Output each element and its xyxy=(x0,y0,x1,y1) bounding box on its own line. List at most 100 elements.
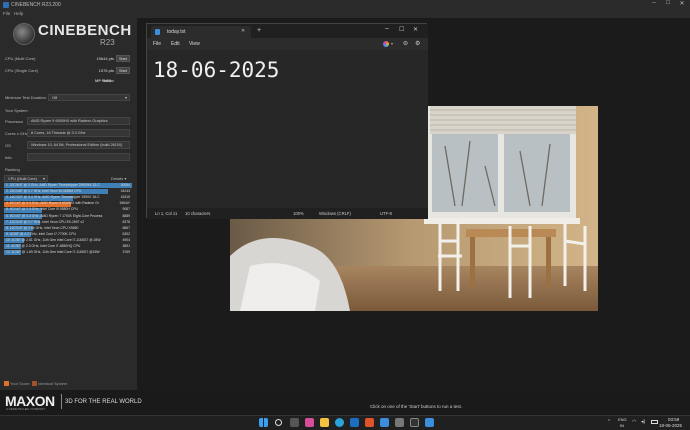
windows-start-icon[interactable] xyxy=(259,418,268,427)
ranking-cpu-name: 6. 8C/16T @ 3.4 GHz, AMD Ryzen 7 1700X E… xyxy=(6,213,103,218)
ranking-row[interactable]: 5. 8C/16T @ 2.3 GHz, Intel Core i9-9880H… xyxy=(4,207,132,213)
ranking-cpu-name: 2. 24C/48T @ 2.7 GHz, Intel Xeon W-3265M… xyxy=(6,189,82,194)
task-view-icon[interactable] xyxy=(290,418,299,427)
ranking-cpu-name: 5. 8C/16T @ 2.3 GHz, Intel Core i9-9880H… xyxy=(6,207,78,212)
file-explorer-icon[interactable] xyxy=(320,418,329,427)
ranking-row[interactable]: 10. 4C/8T @ 2.81 GHz, 11th Gen Intel Cor… xyxy=(4,238,132,244)
ranking-row[interactable]: 6. 8C/16T @ 3.4 GHz, AMD Ryzen 7 1700X E… xyxy=(4,214,132,220)
notepad-tab[interactable]: today.txt ✕ xyxy=(151,26,251,38)
ranking-score: 30054 xyxy=(120,183,130,187)
legend-swatch-identical xyxy=(32,381,37,386)
app-title-bar: CINEBENCH R23.200 – ☐ ✕ xyxy=(0,0,690,10)
ranking-score: 16315 xyxy=(120,195,130,200)
notepad-menu-edit[interactable]: Edit xyxy=(171,41,180,47)
notepad-menubar: File Edit View ▾ ⊜ ⚙ xyxy=(147,38,428,50)
cinebench-taskbar-icon[interactable] xyxy=(410,418,419,427)
cinebench-version: R23 xyxy=(100,38,115,47)
maximize-button[interactable]: ☐ xyxy=(662,0,674,10)
ranking-score: 15644* xyxy=(119,201,130,206)
tray-time[interactable]: 03:59 xyxy=(668,417,679,422)
legend-swatch-your-score xyxy=(4,381,9,386)
menu-help[interactable]: Help xyxy=(14,11,23,16)
status-message: Click on one of the 'Start' buttons to r… xyxy=(370,404,463,409)
ranking-row[interactable]: 4. 8C/16T @ 3.3 GHz, AMD Ryzen 9 6900HX … xyxy=(4,201,132,207)
close-button[interactable]: ✕ xyxy=(676,0,688,10)
format-icon[interactable]: ⊜ xyxy=(403,40,408,47)
ranking-row[interactable]: 11. 4C/8T @ 2.3 GHz, Intel Core i7-4850H… xyxy=(4,244,132,250)
notepad-taskbar-icon[interactable] xyxy=(425,418,434,427)
tray-chevron-up-icon[interactable]: ⌃ xyxy=(607,419,611,425)
settings-icon[interactable] xyxy=(395,418,404,427)
minimize-button[interactable]: – xyxy=(648,0,660,10)
speaker-icon[interactable]: ◂) xyxy=(641,419,645,425)
copilot-icon[interactable] xyxy=(383,41,389,47)
ranking-row[interactable]: 8. 12C/24T @ 2.66 GHz, Intel Xeon CPU X5… xyxy=(4,226,132,232)
ranking-row[interactable]: 1. 32C/64T @ 3 GHz, AMD Ryzen Threadripp… xyxy=(4,183,132,189)
ranking-cpu-name: 11. 4C/8T @ 2.3 GHz, Intel Core i7-4850H… xyxy=(6,244,81,248)
notepad-menu-file[interactable]: File xyxy=(153,41,161,47)
edge-icon[interactable] xyxy=(335,418,344,427)
status-line-ending: Windows (CRLF) xyxy=(319,211,351,216)
menu-file[interactable]: File xyxy=(3,11,10,16)
ranking-filter-select[interactable]: CPU (Multi Core) ▾ xyxy=(4,175,48,182)
legend-label-identical: Identical System xyxy=(38,381,68,386)
system-label-os: OS xyxy=(5,143,11,148)
notepad-close-button[interactable]: ✕ xyxy=(413,26,418,33)
system-label-processor: Processor xyxy=(5,119,24,124)
test-label-single: CPU (Single Core) xyxy=(5,68,39,73)
ranking-cpu-name: 1. 32C/64T @ 3 GHz, AMD Ryzen Threadripp… xyxy=(6,183,100,187)
cinebench-sidebar: CINEBENCH R23 CPU (Multi Core) 15644 pts… xyxy=(0,18,137,390)
system-label-cores: Cores x GHz xyxy=(5,131,28,136)
photos-icon[interactable] xyxy=(380,418,389,427)
ranking-cpu-name: 4. 8C/16T @ 3.3 GHz, AMD Ryzen 9 6900HX … xyxy=(6,201,99,206)
ranking-filter-value: CPU (Multi Core) xyxy=(8,177,37,181)
system-heading: Your System xyxy=(5,108,28,113)
system-info-field[interactable] xyxy=(27,153,130,161)
test-label-multi: CPU (Multi Core) xyxy=(5,56,36,61)
ranking-heading: Ranking xyxy=(5,167,20,172)
ranking-score: 9087 xyxy=(122,207,130,212)
notepad-menu-view[interactable]: View xyxy=(189,41,200,47)
ranking-score: 6867 xyxy=(122,225,130,230)
chevron-down-icon: ▾ xyxy=(42,176,45,181)
ranking-row[interactable]: 7. 12C/24T @ 2.7 GHz, Intel Xeon CPU E5-… xyxy=(4,220,132,226)
start-multi-button[interactable]: Start xyxy=(116,54,130,62)
ranking-details-button[interactable]: Details ▾ xyxy=(111,176,126,181)
start-single-button[interactable]: Start xyxy=(116,66,130,74)
new-tab-button[interactable]: + xyxy=(257,27,261,34)
ranking-cpu-name: 9. 4C/8T @ 4.2 GHz, Intel Core i7-7700K … xyxy=(6,231,76,236)
legend-label-your-score: Your Score xyxy=(10,381,30,386)
media-player-icon[interactable] xyxy=(365,418,374,427)
wifi-icon[interactable]: ◠ xyxy=(632,419,636,425)
battery-icon[interactable] xyxy=(651,420,658,424)
notepad-content: 18-06-2025 xyxy=(153,58,280,82)
tray-date[interactable]: 18-06-2025 xyxy=(659,423,682,428)
ranking-row[interactable]: 12. 4C/8T @ 1.69 GHz, 11th Gen Intel Cor… xyxy=(4,250,132,256)
app-icon xyxy=(3,2,9,8)
widgets-icon[interactable] xyxy=(305,418,314,427)
search-icon[interactable] xyxy=(275,419,282,426)
notepad-statusbar: Ln 1, Col 11 10 characters 100% Windows … xyxy=(147,208,428,219)
chevron-down-icon[interactable]: ▾ xyxy=(391,41,393,46)
cinebench-logo-text: CINEBENCH xyxy=(38,22,132,39)
settings-gear-icon[interactable]: ⚙ xyxy=(415,40,420,47)
status-encoding: UTF-8 xyxy=(380,211,392,216)
duration-select[interactable]: Off ▾ xyxy=(48,93,130,101)
maxon-sub: A NEMETSCHEK COMPANY xyxy=(6,407,46,411)
store-icon[interactable] xyxy=(350,418,359,427)
ranking-cpu-name: 10. 4C/8T @ 2.81 GHz, 11th Gen Intel Cor… xyxy=(6,237,101,242)
maxon-footer: MAXON A NEMETSCHEK COMPANY 3D FOR THE RE… xyxy=(0,390,690,415)
notepad-tab-title: today.txt xyxy=(167,29,186,35)
ranking-row[interactable]: 3. 16C/32T @ 3.4 GHz, AMD Ryzen Threadri… xyxy=(4,195,132,201)
ranking-row[interactable]: 2. 24C/48T @ 2.7 GHz, Intel Xeon W-3265M… xyxy=(4,189,132,195)
tray-lang[interactable]: ENG xyxy=(618,417,627,422)
ranking-row[interactable]: 9. 4C/8T @ 4.2 GHz, Intel Core i7-7700K … xyxy=(4,232,132,238)
notepad-maximize-button[interactable]: ☐ xyxy=(399,26,404,33)
notepad-minimize-button[interactable]: – xyxy=(385,25,389,32)
notepad-editor[interactable]: 18-06-2025 xyxy=(147,50,428,208)
tab-close-icon[interactable]: ✕ xyxy=(241,28,245,34)
duration-label: Minimum Test Duration xyxy=(5,95,46,100)
cinebench-logo-icon xyxy=(13,23,35,45)
ranking-score: 8889 xyxy=(122,213,130,218)
notepad-window: today.txt ✕ + – ☐ ✕ File Edit View ▾ ⊜ ⚙… xyxy=(146,23,428,219)
